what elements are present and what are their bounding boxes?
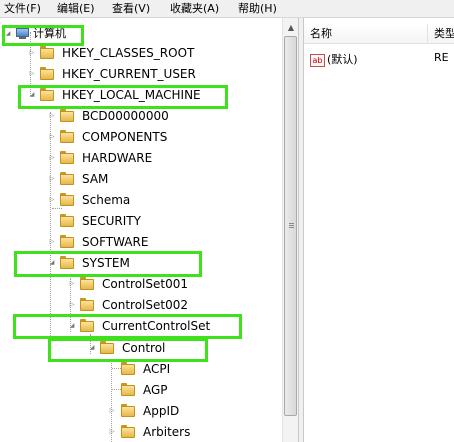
folder-open-icon	[40, 88, 54, 101]
tree-node-label: ControlSet001	[102, 277, 188, 291]
tree-node-hkey-current-user[interactable]: ▷ HKEY_CURRENT_USER	[0, 64, 280, 84]
computer-icon	[16, 28, 31, 39]
tree-node-label: AGP	[143, 383, 168, 397]
collapse-arrow-icon[interactable]: ◢	[88, 344, 96, 352]
menu-help[interactable]: 帮助(H)	[238, 2, 277, 15]
tree-node-label: HKEY_LOCAL_MACHINE	[62, 88, 201, 102]
menu-file[interactable]: 文件(F)	[4, 2, 41, 15]
tree-node-hkey-classes-root[interactable]: ▷ HKEY_CLASSES_ROOT	[0, 43, 280, 63]
folder-open-icon	[80, 319, 94, 332]
tree-node-label: SECURITY	[82, 214, 141, 228]
tree-node-sam[interactable]: ▷ SAM	[0, 169, 280, 189]
expand-arrow-icon[interactable]: ▷	[68, 280, 76, 288]
folder-icon	[60, 193, 74, 206]
tree-node-bcd[interactable]: ▷ BCD00000000	[0, 106, 280, 126]
column-header-type[interactable]: 类型	[428, 24, 454, 44]
tree-node-hardware[interactable]: ▷ HARDWARE	[0, 148, 280, 168]
value-row-default[interactable]: ab (默认)	[310, 51, 358, 67]
menu-view[interactable]: 查看(V)	[112, 2, 150, 15]
tree-node-label: HARDWARE	[82, 151, 153, 165]
tree-node-label: COMPONENTS	[82, 130, 168, 144]
collapse-arrow-icon[interactable]: ◢	[4, 30, 12, 38]
tree-node-security[interactable]: SECURITY	[0, 211, 280, 231]
tree-node-acpi[interactable]: ACPI	[0, 359, 280, 379]
tree-node-label: Arbiters	[143, 425, 191, 439]
tree-node-label: ACPI	[143, 362, 171, 376]
tree-node-label: BCD00000000	[82, 109, 169, 123]
value-type: RE	[434, 51, 449, 64]
tree-node-appid[interactable]: ▷ AppID	[0, 401, 280, 421]
folder-icon	[60, 235, 74, 248]
tree-node-controlset001[interactable]: ▷ ControlSet001	[0, 274, 280, 294]
folder-icon	[121, 425, 135, 438]
expand-arrow-icon[interactable]: ▷	[108, 407, 116, 415]
tree-node-computer[interactable]: ◢ 计算机	[0, 24, 280, 44]
tree-node-label: SOFTWARE	[82, 235, 149, 249]
string-value-icon: ab	[310, 53, 325, 67]
folder-icon	[121, 383, 135, 396]
expand-arrow-icon[interactable]: ▷	[108, 428, 116, 436]
tree-node-label: HKEY_CURRENT_USER	[62, 67, 196, 81]
column-header-name[interactable]: 名称	[304, 24, 428, 44]
tree-node-label: 计算机	[33, 27, 66, 40]
scroll-up-icon[interactable]: ▲	[283, 20, 299, 36]
tree-scrollbar[interactable]: ▲	[282, 18, 299, 442]
collapse-arrow-icon[interactable]: ◢	[48, 259, 56, 267]
expand-arrow-icon[interactable]: ▷	[28, 49, 36, 57]
folder-icon	[40, 46, 54, 59]
tree-node-hkey-local-machine[interactable]: ◢ HKEY_LOCAL_MACHINE	[0, 85, 280, 105]
scroll-thumb[interactable]	[284, 36, 297, 416]
values-list[interactable]: 名称 类型 ab (默认) RE	[304, 18, 454, 442]
expand-arrow-icon[interactable]: ▷	[48, 154, 56, 162]
menu-favorites[interactable]: 收藏夹(A)	[170, 2, 219, 15]
registry-tree[interactable]: ◢ 计算机 ▷ HKEY_CLASSES_ROOT ▷ HKEY_CURRENT…	[0, 18, 282, 442]
tree-node-controlset002[interactable]: ▷ ControlSet002	[0, 295, 280, 315]
expand-arrow-icon[interactable]: ▷	[28, 70, 36, 78]
folder-icon	[121, 404, 135, 417]
folder-icon	[80, 277, 94, 290]
tree-node-label: Schema	[82, 193, 131, 207]
tree-node-label: SYSTEM	[82, 256, 130, 270]
folder-open-icon	[60, 256, 74, 269]
tree-node-arbiters[interactable]: ▷ Arbiters	[0, 422, 280, 442]
collapse-arrow-icon[interactable]: ◢	[28, 91, 36, 99]
folder-open-icon	[100, 341, 114, 354]
folder-icon	[60, 130, 74, 143]
folder-icon	[60, 109, 74, 122]
folder-icon	[60, 172, 74, 185]
tree-node-label: HKEY_CLASSES_ROOT	[62, 46, 195, 60]
expand-arrow-icon[interactable]: ▷	[48, 196, 56, 204]
value-name: (默认)	[327, 53, 358, 66]
menu-edit[interactable]: 编辑(E)	[57, 2, 95, 15]
tree-node-label: Control	[122, 341, 166, 355]
tree-node-label: SAM	[82, 172, 109, 186]
tree-node-components[interactable]: ▷ COMPONENTS	[0, 127, 280, 147]
expand-arrow-icon[interactable]: ▷	[48, 175, 56, 183]
expand-arrow-icon[interactable]: ▷	[48, 112, 56, 120]
tree-node-schema[interactable]: ▷ Schema	[0, 190, 280, 210]
tree-node-label: CurrentControlSet	[102, 319, 211, 333]
expand-arrow-icon[interactable]: ▷	[48, 133, 56, 141]
tree-node-label: ControlSet002	[102, 298, 188, 312]
collapse-arrow-icon[interactable]: ◢	[68, 322, 76, 330]
expand-arrow-icon[interactable]: ▷	[48, 238, 56, 246]
folder-icon	[60, 214, 74, 227]
tree-node-software[interactable]: ▷ SOFTWARE	[0, 232, 280, 252]
tree-node-system[interactable]: ◢ SYSTEM	[0, 253, 280, 273]
menu-bar: 文件(F) 编辑(E) 查看(V) 收藏夹(A) 帮助(H)	[0, 0, 454, 18]
tree-node-agp[interactable]: AGP	[0, 380, 280, 400]
folder-icon	[60, 151, 74, 164]
tree-node-currentcontrolset[interactable]: ◢ CurrentControlSet	[0, 316, 280, 336]
folder-icon	[80, 298, 94, 311]
tree-node-label: AppID	[143, 404, 180, 418]
tree-node-control[interactable]: ◢ Control	[0, 338, 280, 358]
folder-icon	[40, 67, 54, 80]
folder-icon	[121, 362, 135, 375]
expand-arrow-icon[interactable]: ▷	[68, 301, 76, 309]
